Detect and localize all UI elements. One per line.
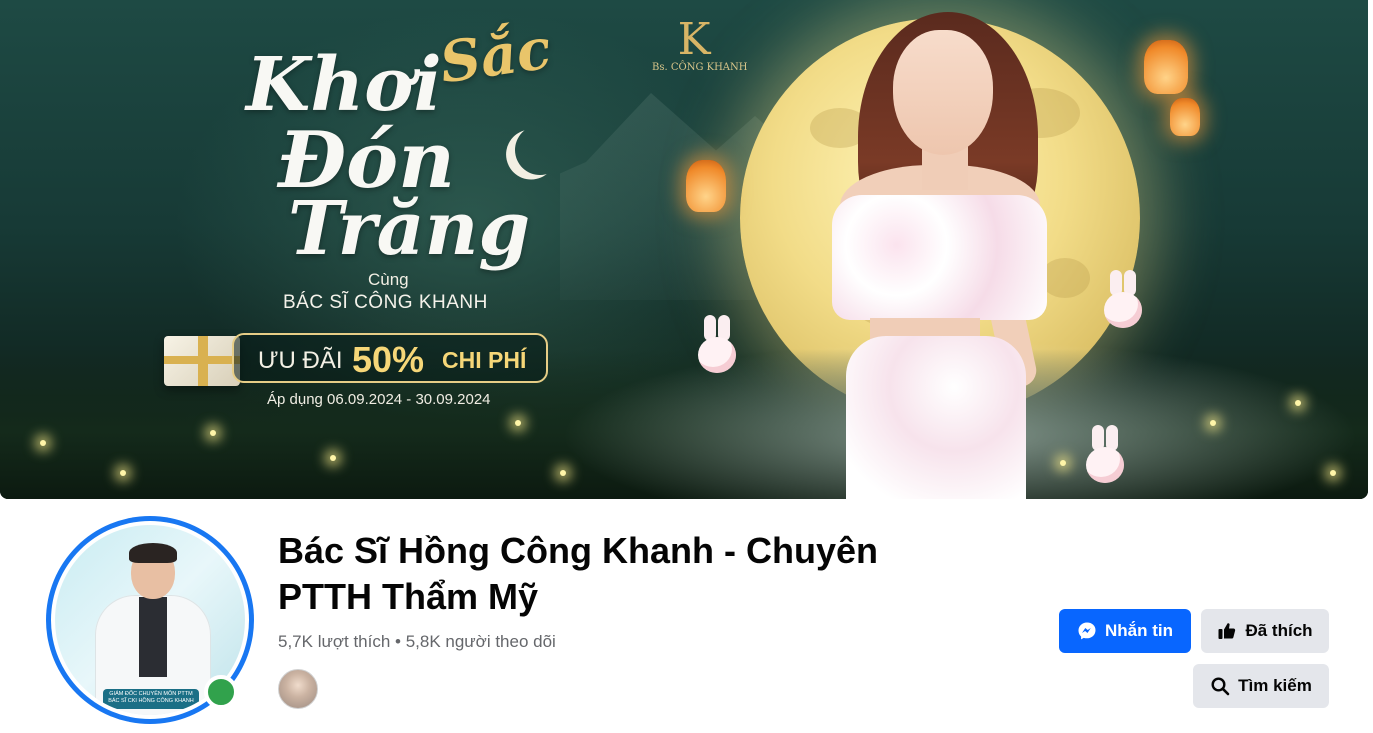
cover-doctor-text: BÁC SĨ CÔNG KHANH [283, 292, 488, 313]
thumbs-up-icon [1218, 623, 1236, 639]
online-status-indicator [204, 675, 238, 709]
cover-headline-4: Trăng [288, 186, 531, 272]
lantern-icon [1144, 40, 1188, 94]
brand-logo-letter: K [677, 14, 711, 65]
promo-prefix: ƯU ĐÃI [258, 347, 343, 374]
bunny-icon [1082, 425, 1128, 483]
message-button-label: Nhắn tin [1105, 621, 1173, 640]
page-stats[interactable]: 5,7K lượt thích • 5,8K người theo dõi [278, 632, 556, 652]
promo-suffix: CHI PHÍ [442, 347, 527, 373]
cover-model-face [893, 30, 993, 155]
brand-logo-name: Bs. CÔNG KHANH [652, 62, 748, 73]
liked-button-label: Đã thích [1245, 621, 1313, 640]
search-icon [1211, 677, 1230, 696]
cover-model-dress-top [832, 195, 1047, 320]
avatar-title-banner: GIÁM ĐỐC CHUYÊN MÔN PTTM BÁC SĨ CKI HỒNG… [103, 689, 199, 709]
search-button[interactable]: Tìm kiếm [1193, 664, 1329, 708]
cover-headline-2: Sắc [435, 15, 555, 97]
gift-box-icon [164, 336, 240, 386]
follower-avatar[interactable] [278, 669, 318, 709]
promo-badge: ƯU ĐÃI 50% CHI PHÍ [232, 333, 548, 383]
promo-percent: 50% [352, 339, 425, 380]
promo-apply-dates: Áp dụng 06.09.2024 - 30.09.2024 [267, 391, 491, 408]
cover-headline-1: Khơi [246, 42, 442, 128]
crescent-moon-icon [511, 121, 569, 179]
messenger-icon [1078, 622, 1096, 640]
message-button[interactable]: Nhắn tin [1059, 609, 1191, 653]
brand-logo: K Bs. CÔNG KHANH [652, 14, 748, 74]
cover-photo[interactable]: K Bs. CÔNG KHANH Khơi Sắc Đón Trăng Cùng… [0, 0, 1368, 499]
lantern-icon [1170, 98, 1200, 136]
cover-model-dress-skirt [846, 336, 1026, 499]
bunny-icon [694, 315, 740, 373]
bunny-icon [1100, 270, 1146, 328]
search-button-label: Tìm kiếm [1238, 676, 1312, 695]
cover-with-text: Cùng [368, 270, 409, 289]
page-title: Bác Sĩ Hồng Công Khanh - Chuyên PTTH Thẩ… [278, 530, 878, 617]
liked-button[interactable]: Đã thích [1201, 609, 1329, 653]
lantern-icon [686, 160, 726, 212]
